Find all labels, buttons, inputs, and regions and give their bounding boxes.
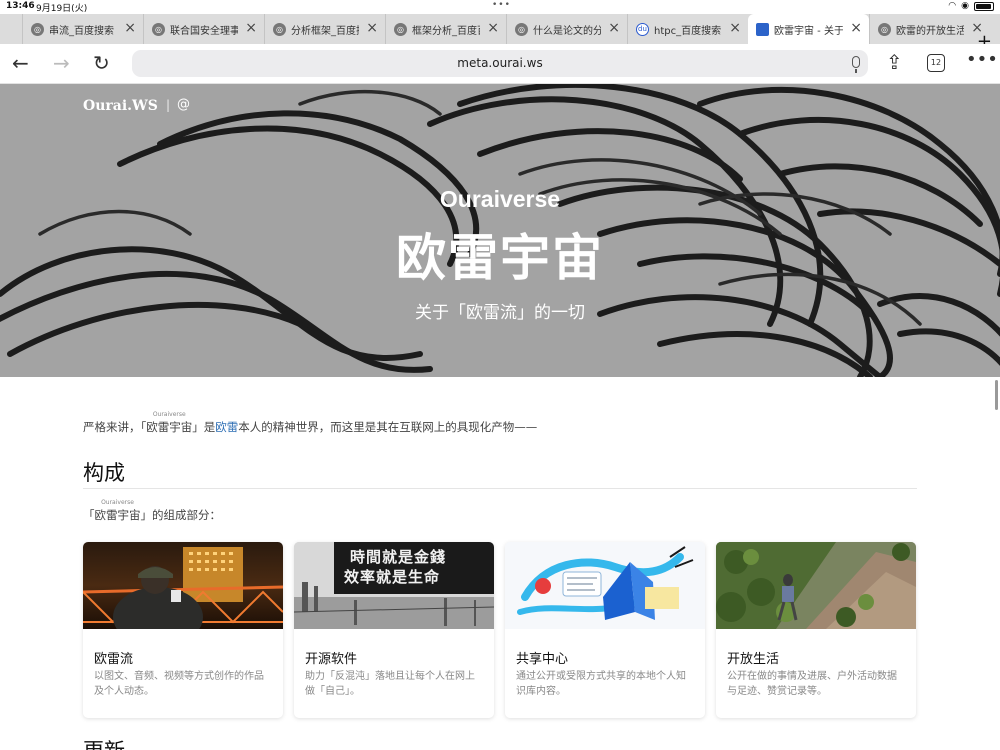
globe-icon: ◎ — [878, 22, 891, 36]
tab-label: 框架分析_百度百科 — [412, 25, 480, 37]
card-image-slogan-billboard: 時間就是金錢 效率就是生命 — [294, 542, 494, 629]
hero-title: 欧雷宇宙 — [396, 229, 604, 287]
brand-separator: | — [166, 98, 171, 112]
at-link[interactable]: @ — [177, 97, 190, 112]
card-title: 共享中心 — [516, 652, 569, 667]
globe-icon: ◎ — [515, 22, 528, 36]
wifi-icon: ◠ — [948, 1, 957, 11]
tab-strip: ◎ 串流_百度搜索 × ◎ 联合国安全理事会 × ◎ 分析框架_百度搜索 × ◎… — [0, 14, 1000, 52]
address-bar[interactable]: meta.ourai.ws — [132, 50, 868, 77]
close-tab-icon[interactable]: × — [608, 21, 620, 35]
ruby-text: Ouraiverse — [101, 499, 134, 506]
browser-tab[interactable]: ◎ 欧雷的开放生活 × — [869, 14, 990, 44]
hero-subtitle: Ouraiverse — [439, 186, 561, 212]
globe-icon: ◎ — [31, 22, 44, 36]
globe-icon: ◎ — [152, 22, 165, 36]
tab-label: 串流_百度搜索 — [49, 25, 114, 37]
section-heading-composition: 构成 — [83, 461, 125, 485]
browser-tab[interactable]: ◎ 分析框架_百度搜索 × — [264, 14, 385, 44]
baidu-icon: du — [636, 22, 649, 36]
url-text: meta.ourai.ws — [457, 56, 543, 70]
card-description: 助力「反混沌」落地且让每个人在网上做「自己」。 — [305, 671, 475, 697]
ruby-annotation: 欧雷宇宙 Ouraiverse — [94, 499, 141, 523]
intro-text: 」是 — [192, 420, 216, 434]
card-image-bridge-night — [83, 542, 283, 629]
rotation-lock-icon: ◉ — [961, 1, 969, 11]
card-grid: 欧雷流 以图文、音频、视频等方式创作的作品及个人动态。 時間就是金錢 效率就是生… — [83, 542, 917, 718]
status-time: 13:46 — [6, 1, 35, 11]
billboard-line-1: 時間就是金錢 — [350, 548, 447, 566]
card-description: 通过公开或受限方式共享的本地个人知识库内容。 — [516, 671, 686, 697]
back-arrow-icon[interactable]: ← — [12, 52, 29, 74]
billboard-line-2: 效率就是生命 — [344, 568, 441, 586]
close-tab-icon[interactable]: × — [729, 21, 741, 35]
browser-tab[interactable]: du htpc_百度搜索 × — [627, 14, 748, 44]
close-tab-icon[interactable]: × — [487, 21, 499, 35]
close-tab-icon[interactable]: × — [245, 21, 257, 35]
ruby-text: Ouraiverse — [152, 411, 186, 418]
card-description: 以图文、音频、视频等方式创作的作品及个人动态。 — [94, 671, 264, 697]
card-title: 欧雷流 — [94, 652, 134, 667]
ruby-annotation: 欧雷宇宙 Ouraiverse — [146, 411, 193, 435]
ourai-link[interactable]: 欧雷 — [215, 420, 238, 434]
intro-paragraph: 严格来讲，「欧雷宇宙 Ouraiverse 」是欧雷本人的精神世界，而这里是其在互联… — [83, 411, 538, 435]
status-date: 9月19日(火) — [36, 4, 88, 14]
card-sharing-center[interactable]: 共享中心 通过公开或受限方式共享的本地个人知识库内容。 — [505, 542, 705, 718]
browser-tab[interactable]: ◎ 联合国安全理事会 × — [143, 14, 264, 44]
intro-text: 严格来讲，「 — [83, 420, 147, 434]
ruby-base: 欧雷宇宙 — [146, 420, 193, 434]
microphone-icon[interactable] — [852, 56, 860, 73]
card-ourai-stream[interactable]: 欧雷流 以图文、音频、视频等方式创作的作品及个人动态。 — [83, 542, 283, 718]
card-open-source[interactable]: 時間就是金錢 效率就是生命 开源软件 助力「反混沌」落地且让每个人在网上做「自己… — [294, 542, 494, 718]
page-scrollbar[interactable] — [995, 380, 998, 410]
tab-overview-button[interactable]: 12 — [927, 54, 945, 72]
close-tab-icon[interactable]: × — [124, 21, 136, 35]
forward-arrow-icon[interactable]: → — [53, 52, 70, 74]
globe-icon: ◎ — [273, 22, 286, 36]
card-description: 公开在做的事情及进展、户外活动数据与足迹、赞赏记录等。 — [727, 671, 897, 697]
multitasking-dots-icon[interactable]: ••• — [492, 0, 511, 10]
battery-icon — [974, 1, 994, 11]
intro-text: 本人的精神世界，而这里是其在互联网上的具现化产物—— — [238, 420, 538, 434]
divider — [83, 488, 917, 489]
close-tab-icon[interactable]: × — [366, 21, 378, 35]
tab-label: 联合国安全理事会 — [170, 25, 238, 37]
ruby-base: 欧雷宇宙 — [94, 508, 141, 522]
browser-tab[interactable]: ◎ 串流_百度搜索 × — [22, 14, 143, 44]
card-image-book-illustration — [505, 542, 705, 629]
status-bar: 13:46 9月19日(火) ••• ◠ ◉ — [0, 0, 1000, 14]
card-image-hiking — [716, 542, 916, 629]
composition-text: 」的组成部分： — [140, 508, 222, 522]
browser-tab[interactable]: ◎ 什么是论文的分析 × — [506, 14, 627, 44]
globe-icon: ◎ — [394, 22, 407, 36]
card-title: 开源软件 — [305, 652, 358, 667]
tab-label: 分析框架_百度搜索 — [291, 25, 359, 37]
tab-label: 什么是论文的分析 — [533, 25, 601, 37]
browser-tab[interactable]: ◎ 框架分析_百度百科 × — [385, 14, 506, 44]
reload-icon[interactable]: ↻ — [93, 52, 110, 74]
composition-text: 「 — [83, 508, 95, 522]
more-icon[interactable]: ••• — [966, 49, 998, 71]
card-title: 开放生活 — [727, 652, 780, 667]
tab-label: htpc_百度搜索 — [654, 25, 722, 37]
tab-label: 欧雷宇宙 - 关于 — [774, 25, 843, 37]
browser-toolbar: ← → ↻ meta.ourai.ws ⇪ 12 ••• — [0, 44, 1000, 84]
tab-label: 欧雷的开放生活 — [896, 25, 964, 37]
card-open-life[interactable]: 开放生活 公开在做的事情及进展、户外活动数据与足迹、赞赏记录等。 — [716, 542, 916, 718]
close-tab-icon[interactable]: × — [850, 21, 862, 35]
share-icon[interactable]: ⇪ — [886, 51, 903, 73]
section-heading-updates: 更新 — [83, 735, 125, 750]
browser-tab-active[interactable]: 欧雷宇宙 - 关于 × — [748, 14, 869, 44]
hero-tagline: 关于「欧雷流」的一切 — [415, 303, 585, 323]
composition-paragraph: 「欧雷宇宙 Ouraiverse 」的组成部分： — [83, 499, 222, 523]
site-brand[interactable]: Ourai.WS — [83, 98, 158, 114]
hero-banner: Ourai.WS | @ Ouraiverse 欧雷宇宙 关于「欧雷流」的一切 — [0, 84, 1000, 377]
ourai-icon — [756, 22, 769, 36]
